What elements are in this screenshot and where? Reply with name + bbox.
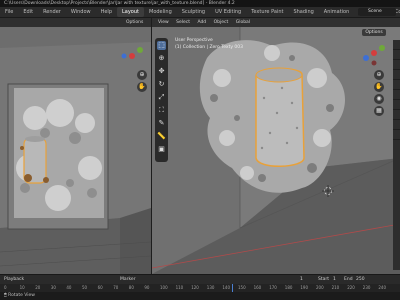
zoom-icon[interactable]: ⊕ — [374, 70, 384, 80]
workspace-tab-texture-paint[interactable]: Texture Paint — [246, 7, 288, 17]
annotate-icon[interactable]: ✎ — [157, 119, 166, 128]
workspace-tab-window[interactable]: Window — [66, 7, 96, 17]
add-cube-icon[interactable]: ▣ — [157, 145, 166, 154]
ortho-grid-icon[interactable]: ▦ — [374, 106, 384, 116]
ruler-tick: 200 — [316, 285, 324, 290]
current-frame-field[interactable]: 1 — [300, 275, 303, 284]
ruler-tick: 10 — [19, 285, 25, 290]
playback-menu[interactable]: Playback — [4, 275, 24, 284]
start-frame-field[interactable]: 1 — [333, 275, 336, 284]
ruler-tick: 220 — [347, 285, 355, 290]
select-box-icon[interactable]: ⬚ — [157, 41, 166, 50]
ruler-tick: 50 — [82, 285, 88, 290]
jar-object-selected — [255, 67, 305, 167]
ruler-tick: 140 — [222, 285, 231, 290]
scale-icon[interactable]: ⤢ — [157, 93, 166, 102]
start-label: Start — [318, 277, 329, 282]
end-frame-field[interactable]: 250 — [356, 275, 365, 284]
workspace-tab-edit[interactable]: Edit — [18, 7, 38, 17]
ruler-tick: 160 — [253, 285, 262, 290]
workspace-bar: File Edit Render Window Help Layout Modeling Sc… — [0, 7, 400, 18]
scene-selector[interactable]: Scene — [358, 8, 396, 16]
menu-view[interactable]: View — [158, 18, 169, 27]
main-viewport-header: View Select Add Object Global — [152, 18, 400, 27]
ruler-tick: 80 — [128, 285, 134, 290]
ruler-tick: 100 — [160, 285, 168, 290]
workspace-tab-layout[interactable]: Layout — [117, 7, 144, 17]
pan-hand-icon[interactable]: ✋ — [374, 82, 384, 92]
ruler-tick: 20 — [35, 285, 41, 290]
workspace-tab-help[interactable]: Help — [96, 7, 117, 17]
workspace-tab-sculpting[interactable]: Sculpting — [177, 7, 210, 17]
active-object-overlay: (1) Collection | Zero Texty 003 — [175, 45, 244, 50]
left-options-dropdown[interactable]: Options — [126, 19, 148, 26]
ruler-tick: 240 — [378, 285, 387, 290]
workspace-tab-shading[interactable]: Shading — [288, 7, 318, 17]
workspace-tab-modeling[interactable]: Modeling — [144, 7, 177, 17]
workspace-tab-animation[interactable]: Animation — [319, 7, 355, 17]
main-viewport-scene — [152, 18, 400, 274]
ruler-tick: 190 — [300, 285, 309, 290]
ruler-tick: 30 — [50, 285, 56, 290]
status-text: Rotate View — [8, 293, 35, 298]
workspace-tab-render[interactable]: Render — [38, 7, 66, 17]
menu-add[interactable]: Add — [197, 18, 206, 27]
end-label: End — [344, 277, 353, 282]
tool-shelf: ⬚ ⊕ ✥ ↻ ⤢ ⛶ ✎ 📏 ▣ — [155, 38, 168, 162]
ruler-tick: 60 — [97, 285, 103, 290]
menu-select[interactable]: Select — [176, 18, 190, 27]
main-viewport[interactable] — [152, 18, 400, 274]
frame-ruler[interactable]: 0 10 20 30 40 50 60 70 80 90 100 110 120 130 140 150 160… — [0, 284, 400, 292]
left-viewport[interactable] — [0, 18, 151, 274]
left-zoom-icon[interactable]: ⊕ — [137, 70, 147, 80]
ruler-tick: 130 — [206, 285, 215, 290]
menu-object[interactable]: Object — [214, 18, 229, 27]
view-name-overlay: User Perspective — [175, 38, 213, 43]
ruler-tick: 40 — [66, 285, 72, 290]
ruler-tick: 230 — [362, 285, 371, 290]
marker-menu[interactable]: Marker — [120, 275, 136, 284]
measure-icon[interactable]: 📏 — [157, 132, 166, 141]
ruler-tick: 70 — [113, 285, 119, 290]
workspace-tab-uv-editing[interactable]: UV Editing — [210, 7, 246, 17]
ruler-tick: 180 — [284, 285, 293, 290]
right-options-dropdown[interactable]: Options — [362, 29, 386, 36]
left-viewport-scene — [0, 18, 151, 274]
playhead[interactable] — [232, 284, 233, 292]
transform-orientation-dropdown[interactable]: Global — [236, 18, 250, 27]
ruler-tick: 170 — [269, 285, 277, 290]
ruler-tick: 150 — [238, 285, 246, 290]
ruler-tick: 0 — [4, 285, 7, 290]
workspace-tab-file[interactable]: File — [0, 7, 18, 17]
left-pan-hand-icon[interactable]: ✋ — [137, 82, 147, 92]
status-bar: 🖱 Rotate View — [0, 292, 400, 300]
rotate-icon[interactable]: ↻ — [157, 80, 166, 89]
cursor-icon[interactable]: ⊕ — [157, 54, 166, 63]
window-title: C:\Users\Downloads\Desktop\Projects\Blen… — [0, 0, 400, 7]
ruler-tick: 110 — [175, 285, 184, 290]
ruler-tick: 210 — [331, 285, 340, 290]
mouse-icon: 🖱 — [4, 293, 7, 298]
ruler-tick: 120 — [191, 285, 199, 290]
camera-view-icon[interactable]: ◉ — [374, 94, 384, 104]
ruler-tick: 90 — [144, 285, 150, 290]
transform-icon[interactable]: ⛶ — [157, 106, 166, 115]
move-icon[interactable]: ✥ — [157, 67, 166, 76]
sidebar-tabs[interactable] — [393, 40, 400, 270]
